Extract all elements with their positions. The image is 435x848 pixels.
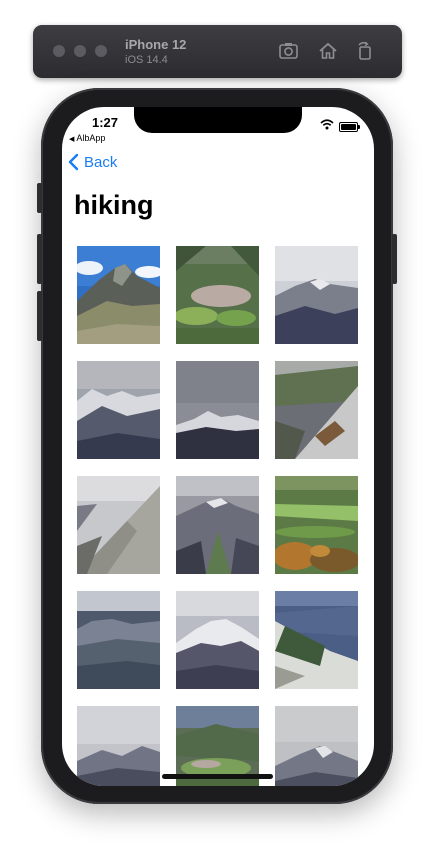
photo-thumbnail[interactable] — [275, 246, 358, 344]
mute-switch — [37, 183, 42, 213]
os-version: iOS 14.4 — [125, 54, 168, 66]
page-title: hiking — [74, 190, 154, 220]
photo-thumbnail[interactable] — [77, 706, 160, 786]
photo-thumbnail[interactable] — [275, 476, 358, 574]
screenshot-icon[interactable] — [278, 40, 300, 62]
photo-thumbnail[interactable] — [275, 361, 358, 459]
rotate-icon[interactable] — [354, 40, 376, 62]
chevron-left-icon — [68, 153, 79, 171]
volume-up-button — [37, 234, 42, 284]
home-indicator[interactable] — [162, 774, 273, 779]
close-window-button[interactable] — [53, 45, 65, 57]
phone-screen: 1:27 ◀ AlbApp Back hiking — [62, 107, 374, 786]
battery-icon — [339, 122, 360, 132]
photo-thumbnail[interactable] — [176, 591, 259, 689]
home-icon[interactable] — [317, 40, 339, 62]
photo-thumbnail[interactable] — [176, 476, 259, 574]
photo-thumbnail[interactable] — [275, 706, 358, 786]
notch — [134, 107, 302, 133]
device-name: iPhone 12 — [125, 37, 187, 52]
photo-thumbnail[interactable] — [176, 246, 259, 344]
minimize-window-button[interactable] — [74, 45, 86, 57]
back-app-label: AlbApp — [76, 133, 106, 143]
photo-thumbnail[interactable] — [77, 246, 160, 344]
wifi-icon — [320, 119, 334, 130]
photo-thumbnail[interactable] — [77, 476, 160, 574]
photo-thumbnail[interactable] — [275, 591, 358, 689]
status-time: 1:27 — [92, 115, 119, 130]
photo-thumbnail[interactable] — [176, 361, 259, 459]
power-button — [392, 234, 397, 284]
photo-thumbnail[interactable] — [77, 361, 160, 459]
back-button[interactable]: Back — [67, 153, 117, 171]
photo-thumbnail[interactable] — [77, 591, 160, 689]
back-to-app-link[interactable]: ◀ AlbApp — [69, 133, 105, 143]
volume-down-button — [37, 291, 42, 341]
simulator-toolbar: iPhone 12 iOS 14.4 — [33, 25, 402, 78]
back-triangle-icon: ◀ — [69, 136, 75, 143]
simulator-window: iPhone 12 iOS 14.4 1:27 ◀ AlbApp Back hi… — [0, 0, 435, 848]
zoom-window-button[interactable] — [95, 45, 107, 57]
back-button-label: Back — [84, 153, 118, 171]
